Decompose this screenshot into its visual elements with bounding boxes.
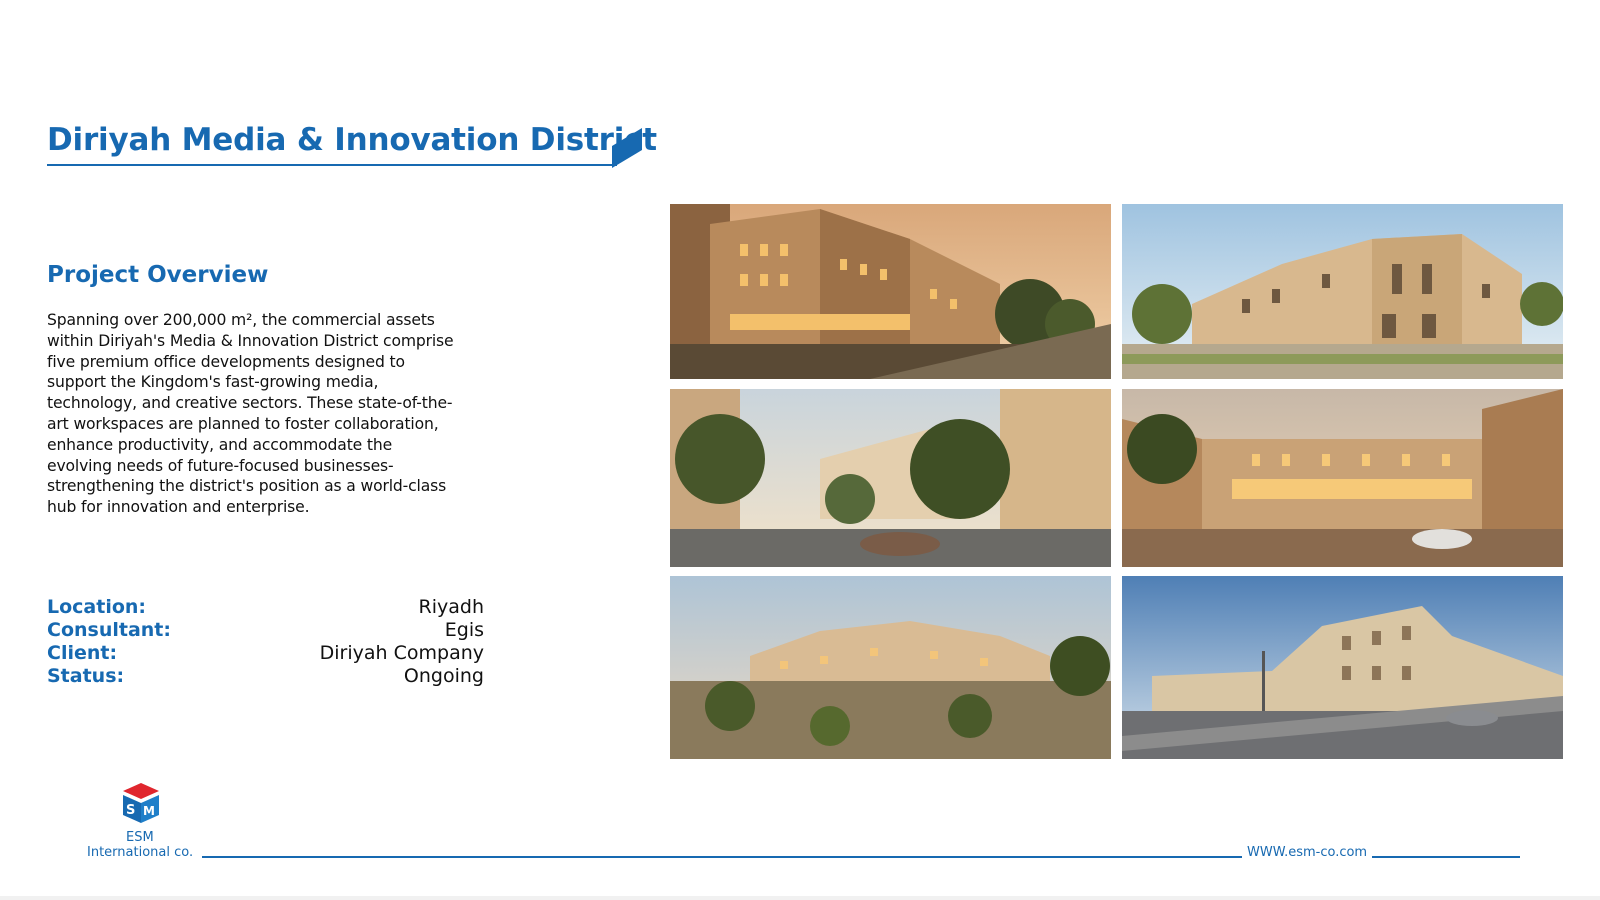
detail-row-location: Location: Riyadh <box>47 596 484 619</box>
svg-text:M: M <box>143 804 155 818</box>
consultant-label: Consultant: <box>47 619 171 641</box>
rendering-image-5 <box>670 576 1111 759</box>
slide: Diriyah Media & Innovation District Proj… <box>0 0 1600 900</box>
parallelogram-accent-icon <box>612 128 642 168</box>
status-value: Ongoing <box>403 665 484 687</box>
client-value: Diriyah Company <box>319 642 484 664</box>
client-label: Client: <box>47 642 118 664</box>
esm-logo-icon: S M <box>123 783 159 823</box>
status-label: Status: <box>47 665 125 687</box>
project-details: Location: Riyadh Consultant: Egis Client… <box>47 596 484 688</box>
page-title: Diriyah Media & Innovation District <box>47 122 657 158</box>
footer-divider-right <box>1372 856 1520 858</box>
logo-name: ESM <box>126 830 154 845</box>
footer-divider-left <box>202 856 1242 858</box>
rendering-image-3 <box>670 389 1111 567</box>
rendering-image-6 <box>1122 576 1563 759</box>
rendering-image-4 <box>1122 389 1563 567</box>
consultant-value: Egis <box>444 619 484 641</box>
logo-subtitle: International co. <box>87 845 194 860</box>
detail-row-consultant: Consultant: Egis <box>47 619 484 642</box>
rendering-image-2 <box>1122 204 1563 379</box>
detail-row-status: Status: Ongoing <box>47 665 484 688</box>
overview-text: Spanning over 200,000 m², the commercial… <box>47 311 454 517</box>
rendering-image-1 <box>670 204 1111 379</box>
title-underline <box>47 164 617 166</box>
location-value: Riyadh <box>418 596 484 618</box>
footer-website-link[interactable]: WWW.esm-co.com <box>1247 845 1367 860</box>
location-label: Location: <box>47 596 147 618</box>
detail-row-client: Client: Diriyah Company <box>47 642 484 665</box>
svg-text:S: S <box>126 803 135 818</box>
overview-heading: Project Overview <box>47 262 269 288</box>
bottom-strip <box>0 896 1600 900</box>
title-wrap: Diriyah Media & Innovation District <box>47 122 657 158</box>
